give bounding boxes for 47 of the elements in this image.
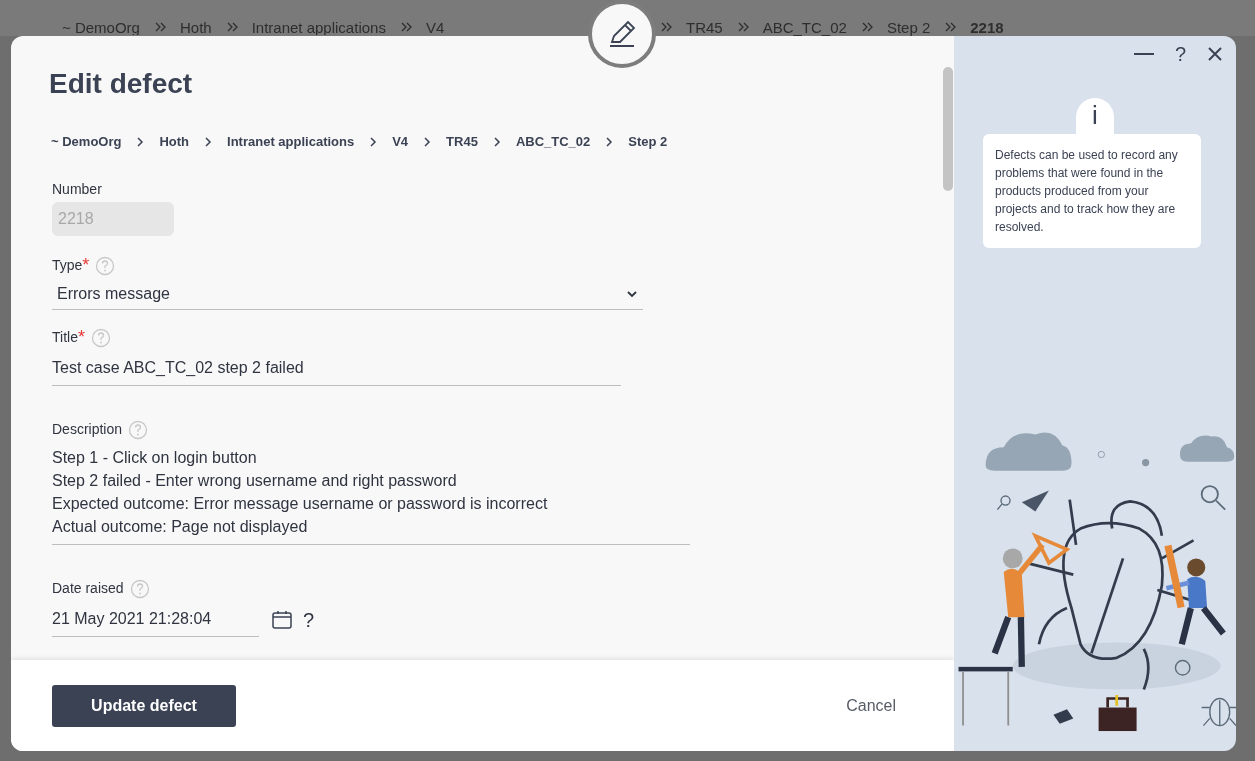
chevron-right-icon xyxy=(491,135,502,148)
breadcrumb-link[interactable]: Intranet applications xyxy=(227,132,355,152)
number-field: 2218 xyxy=(52,201,174,236)
chevron-right-icon xyxy=(135,135,146,148)
title-field[interactable]: Test case ABC_TC_02 step 2 failed xyxy=(52,351,621,386)
help-button[interactable]: ? xyxy=(1174,44,1186,64)
field-label: Description xyxy=(52,420,123,439)
dialog-title: Edit defect xyxy=(49,70,194,98)
help-icon[interactable] xyxy=(128,419,149,440)
separator-icon xyxy=(153,20,166,34)
chevron-right-icon xyxy=(604,135,615,148)
help-icon[interactable] xyxy=(129,578,150,599)
separator-icon xyxy=(736,20,749,34)
separator-icon xyxy=(860,20,873,34)
separator-icon xyxy=(944,20,957,34)
breadcrumb-link[interactable]: ~ DemoOrg xyxy=(51,132,122,152)
close-icon[interactable] xyxy=(1206,45,1224,63)
info-mark: i xyxy=(1076,98,1114,136)
scrollbar-thumb[interactable] xyxy=(943,67,953,191)
chevron-right-icon xyxy=(368,135,379,148)
field-label: Date raised xyxy=(52,579,124,598)
date-field[interactable]: 21 May 2021 21:28:04 xyxy=(52,602,259,637)
field-label: Number xyxy=(52,180,102,199)
type-dropdown[interactable]: Errors message xyxy=(52,279,643,310)
separator-icon xyxy=(225,20,238,34)
breadcrumb-link[interactable]: Step 2 xyxy=(628,132,668,152)
chevron-right-icon xyxy=(203,135,214,148)
info-text: Defects can be used to record any problems that were found in the products produced from your projects and to track how they are resolved. xyxy=(983,134,1201,248)
separator-icon xyxy=(660,20,672,34)
field-label: Type xyxy=(52,256,83,275)
calendar-icon[interactable] xyxy=(271,609,293,630)
update-defect-button[interactable]: Update defect xyxy=(52,684,236,727)
separator-icon xyxy=(399,20,412,34)
breadcrumb-link[interactable]: V4 xyxy=(392,132,409,152)
breadcrumb-link[interactable]: TR45 xyxy=(446,132,478,152)
required-mark: * xyxy=(77,327,85,346)
chevron-down-icon xyxy=(626,288,638,300)
chevron-right-icon xyxy=(422,135,433,148)
help-icon[interactable] xyxy=(95,255,116,276)
description-field[interactable]: Step 1 - Click on login button Step 2 failed - Enter wrong username and right password Expected outcome: Error message username or password is incorrect Actual outcome: Page not displayed xyxy=(52,445,690,545)
breadcrumb-link[interactable]: Hoth xyxy=(159,132,190,152)
help-mark: ? xyxy=(303,607,315,633)
field-label: Title xyxy=(52,328,78,347)
required-mark: * xyxy=(82,255,90,274)
breadcrumb-link[interactable]: ABC_TC_02 xyxy=(515,132,591,152)
cancel-button[interactable]: Cancel xyxy=(846,693,896,718)
help-icon[interactable] xyxy=(90,327,111,348)
